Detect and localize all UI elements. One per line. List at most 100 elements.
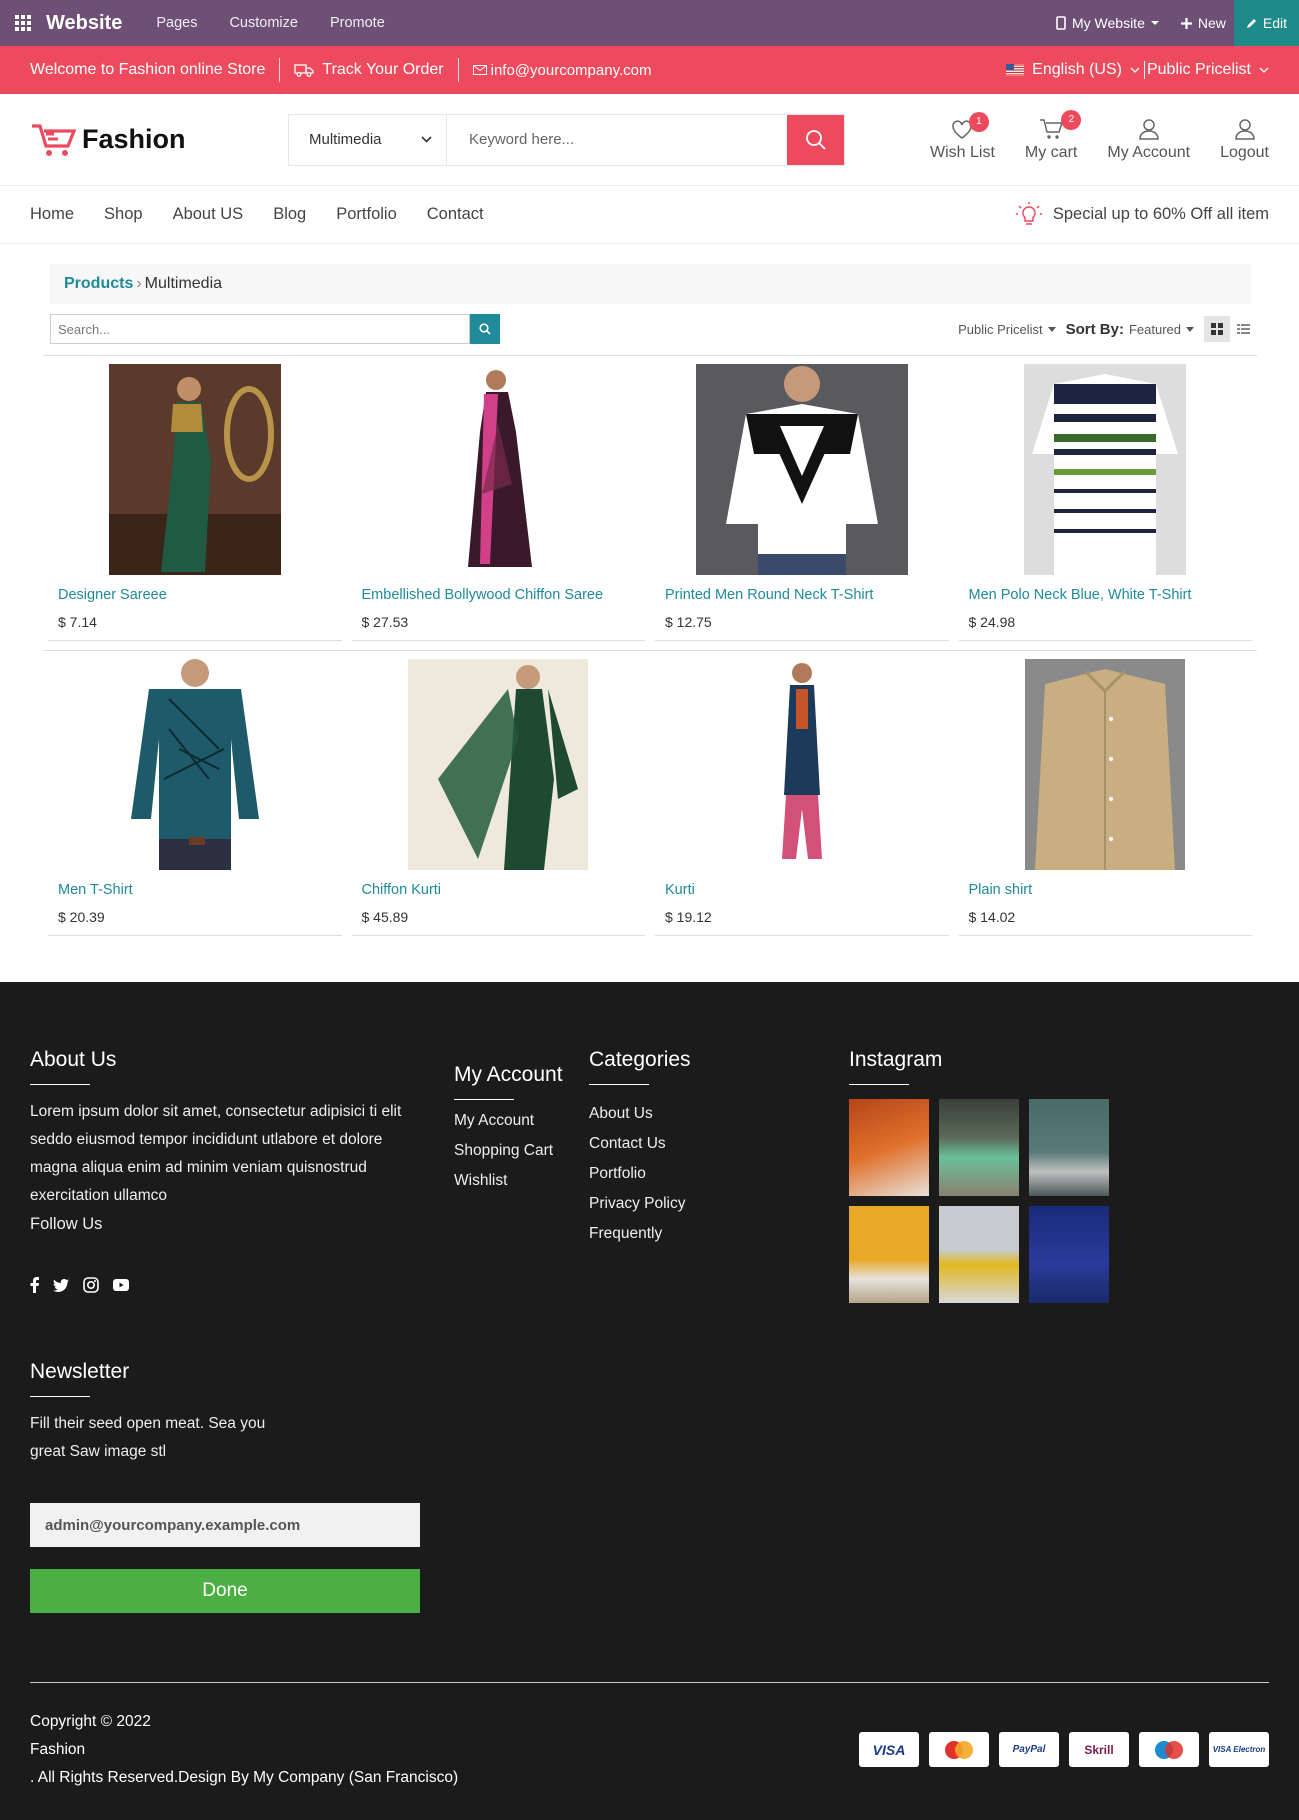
product-card[interactable]: Men T-Shirt $ 20.39 (48, 659, 342, 936)
nav-home[interactable]: Home (30, 205, 74, 224)
language-selector[interactable]: English (US) (1032, 61, 1122, 79)
instagram-icon[interactable] (83, 1277, 99, 1293)
footer-link-about[interactable]: About Us (589, 1099, 685, 1129)
lightbulb-icon (1015, 201, 1042, 225)
footer-link-portfolio[interactable]: Portfolio (589, 1159, 685, 1189)
footer-link-wishlist[interactable]: Wishlist (454, 1166, 553, 1196)
footer-link-my-account[interactable]: My Account (454, 1106, 553, 1136)
product-price: $ 27.53 (361, 614, 409, 630)
product-image[interactable] (48, 364, 342, 575)
mobile-icon (1056, 16, 1066, 30)
product-card[interactable]: Embellished Bollywood Chiffon Saree $ 27… (351, 364, 646, 641)
product-name[interactable]: Embellished Bollywood Chiffon Saree (352, 587, 646, 603)
cart-label: My cart (1024, 143, 1078, 161)
pricelist-dropdown[interactable]: Public Pricelist (958, 322, 1043, 337)
instagram-photo[interactable] (1029, 1206, 1109, 1303)
wishlist-label: Wish List (930, 143, 995, 161)
wishlist-count-badge: 1 (968, 111, 989, 132)
instagram-photo[interactable] (939, 1206, 1019, 1303)
site-logo[interactable]: Fashion (30, 122, 288, 158)
product-image[interactable] (959, 659, 1253, 870)
sort-label: Sort By: (1065, 320, 1124, 338)
nav-contact[interactable]: Contact (427, 205, 484, 224)
newsletter-text-line: Fill their seed open meat. Sea you (30, 1415, 266, 1432)
product-card[interactable]: Printed Men Round Neck T-Shirt $ 12.75 (655, 364, 949, 641)
product-name[interactable]: Men Polo Neck Blue, White T-Shirt (959, 587, 1253, 603)
shop-search-input[interactable]: Search... (50, 314, 470, 344)
maestro-icon (1139, 1732, 1199, 1767)
product-image[interactable] (655, 659, 949, 870)
category-select[interactable]: Multimedia (289, 114, 447, 165)
footer-about-text: Lorem ipsum dolor sit amet, consectetur … (30, 1103, 402, 1204)
breadcrumb-products[interactable]: Products (64, 275, 133, 293)
list-icon (1236, 324, 1250, 334)
apps-menu-icon[interactable] (0, 15, 46, 31)
product-name[interactable]: Men T-Shirt (48, 882, 342, 898)
product-name[interactable]: Chiffon Kurti (352, 882, 646, 898)
cart-link[interactable]: 2 My cart (1024, 109, 1082, 162)
footer-categories-title: Categories (589, 1048, 691, 1085)
product-image[interactable] (352, 659, 646, 870)
pricelist-selector[interactable]: Public Pricelist (1147, 61, 1251, 79)
edit-button[interactable]: Edit (1233, 0, 1299, 46)
facebook-icon[interactable] (30, 1277, 39, 1293)
truck-icon (294, 64, 315, 77)
menu-pages[interactable]: Pages (156, 15, 197, 31)
edit-label: Edit (1262, 15, 1287, 31)
envelope-icon (472, 65, 487, 75)
shop-search-button[interactable] (470, 314, 500, 344)
product-row: Men T-Shirt $ 20.39 Chiffon Kurti $ 45.8… (43, 651, 1257, 945)
logout-link[interactable]: Logout (1220, 118, 1269, 162)
search-button[interactable] (787, 114, 844, 165)
instagram-photo[interactable] (849, 1206, 929, 1303)
product-image[interactable] (959, 364, 1253, 575)
keyword-input[interactable]: Keyword here... (447, 115, 787, 165)
wishlist-link[interactable]: 1 Wish List (930, 111, 995, 162)
copyright-line: Copyright © 2022 (30, 1713, 151, 1730)
instagram-photo[interactable] (1029, 1099, 1109, 1196)
product-card[interactable]: Chiffon Kurti $ 45.89 (351, 659, 646, 936)
nav-portfolio[interactable]: Portfolio (336, 205, 397, 224)
twitter-icon[interactable] (53, 1278, 69, 1292)
nav-blog[interactable]: Blog (273, 205, 306, 224)
product-name[interactable]: Kurti (655, 882, 949, 898)
new-button[interactable]: New (1180, 15, 1226, 31)
product-name[interactable]: Plain shirt (959, 882, 1253, 898)
nav-shop[interactable]: Shop (104, 205, 143, 224)
youtube-icon[interactable] (113, 1279, 129, 1291)
grid-view-button[interactable] (1204, 316, 1230, 342)
list-view-button[interactable] (1230, 316, 1256, 342)
product-price: $ 14.02 (968, 909, 1016, 925)
footer-link-privacy[interactable]: Privacy Policy (589, 1189, 685, 1219)
track-order-link[interactable]: Track Your Order (294, 61, 444, 79)
newsletter-email-input[interactable]: admin@yourcompany.example.com (30, 1503, 420, 1547)
product-card[interactable]: Plain shirt $ 14.02 (958, 659, 1253, 936)
menu-customize[interactable]: Customize (229, 15, 298, 31)
admin-brand[interactable]: Website (46, 12, 122, 35)
instagram-photo[interactable] (939, 1099, 1019, 1196)
product-name[interactable]: Printed Men Round Neck T-Shirt (655, 587, 949, 603)
account-link[interactable]: My Account (1107, 118, 1190, 162)
product-card[interactable]: Designer Sareee $ 7.14 (48, 364, 342, 641)
newsletter-done-button[interactable]: Done (30, 1569, 420, 1613)
instagram-photo[interactable] (849, 1099, 929, 1196)
product-image[interactable] (48, 659, 342, 870)
cart-logo-icon (32, 123, 77, 156)
skrill-icon: Skrill (1069, 1732, 1129, 1767)
plus-icon (1180, 17, 1192, 29)
footer-link-contact[interactable]: Contact Us (589, 1129, 685, 1159)
menu-promote[interactable]: Promote (330, 15, 385, 31)
product-image[interactable] (655, 364, 949, 575)
email-link[interactable]: info@yourcompany.com (472, 62, 651, 79)
product-image[interactable] (352, 364, 646, 575)
product-card[interactable]: Men Polo Neck Blue, White T-Shirt $ 24.9… (958, 364, 1253, 641)
paypal-icon: PayPal (999, 1732, 1059, 1767)
sort-dropdown[interactable]: Featured (1129, 322, 1181, 337)
footer-link-frequently[interactable]: Frequently (589, 1219, 685, 1249)
footer-instagram-title: Instagram (849, 1048, 942, 1085)
website-switcher[interactable]: My Website (1056, 15, 1159, 31)
nav-about[interactable]: About US (173, 205, 244, 224)
footer-link-shopping-cart[interactable]: Shopping Cart (454, 1136, 553, 1166)
product-name[interactable]: Designer Sareee (48, 587, 342, 603)
product-card[interactable]: Kurti $ 19.12 (655, 659, 949, 936)
